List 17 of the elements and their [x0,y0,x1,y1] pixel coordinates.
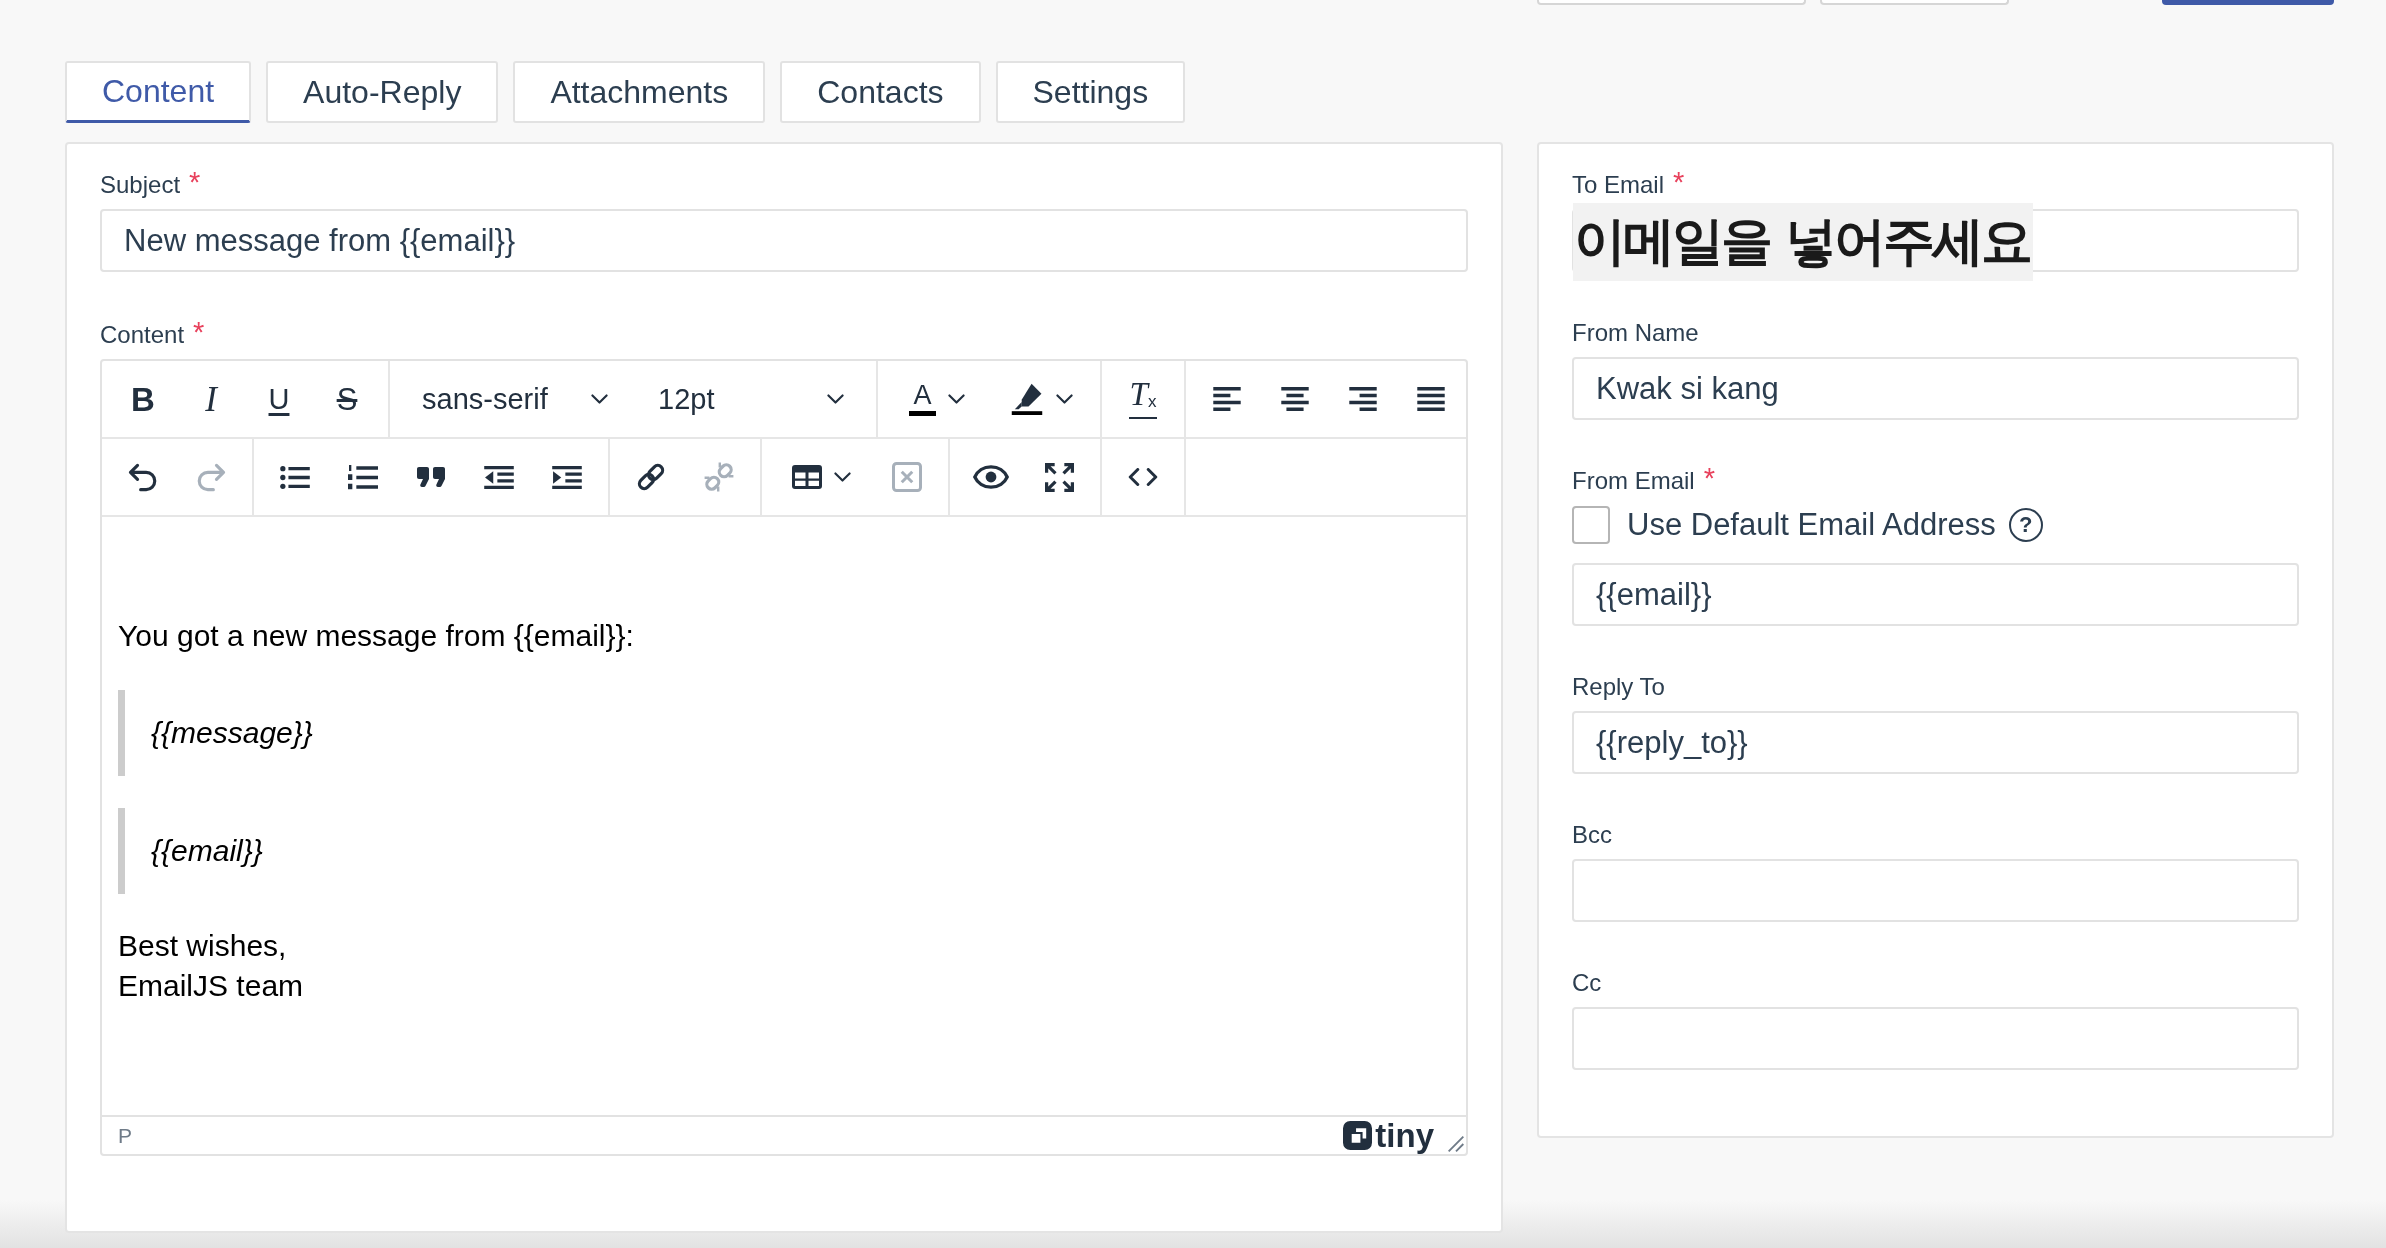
required-mark: * [1703,466,1715,490]
field-label: To Email [1572,170,1665,200]
required-mark: * [1673,170,1685,194]
field-label: Subject [100,170,181,200]
required-mark: * [193,320,205,344]
blockquote: {{email}} [118,808,1450,894]
required-mark: * [189,170,201,194]
field-label: Content [100,320,185,350]
paragraph: Best wishes, EmailJS team [118,928,305,1004]
blockquote: {{message}} [118,690,1450,776]
email-hint-tooltip: 이메일을 넣어주세요 [1573,203,2034,281]
field-label: From Email [1572,466,1695,496]
paragraph: You got a new message from {{email}}: [118,618,635,654]
field-label: From Name [1572,318,1699,348]
field-label: Cc [1572,968,1602,998]
field-label: Reply To [1572,672,1665,702]
field-label: Bcc [1572,820,1612,850]
